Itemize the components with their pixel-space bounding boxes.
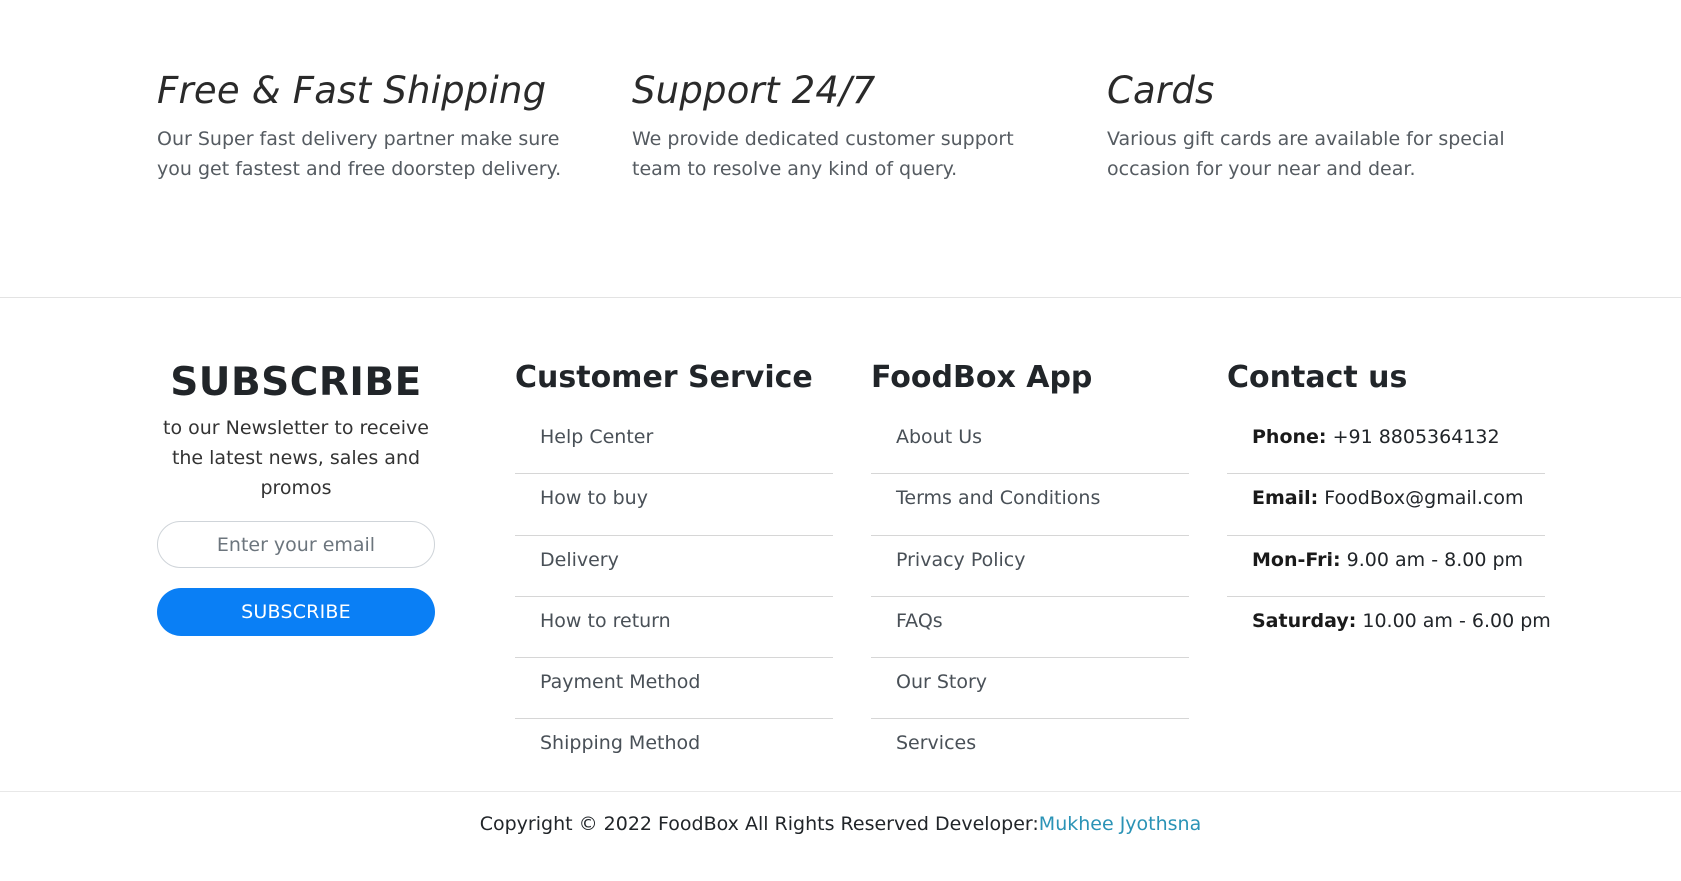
foodbox-app-list: About Us Terms and Conditions Privacy Po…: [871, 413, 1189, 781]
payment-method-link[interactable]: Payment Method: [540, 671, 700, 693]
list-item: Terms and Conditions: [871, 474, 1189, 536]
contact-value: +91 8805364132: [1332, 426, 1500, 448]
delivery-link[interactable]: Delivery: [540, 549, 619, 571]
privacy-policy-link[interactable]: Privacy Policy: [896, 549, 1025, 571]
list-item: How to buy: [515, 474, 833, 536]
subscribe-text: to our Newsletter to receive the latest …: [163, 417, 429, 499]
subscribe-title: SUBSCRIBE: [170, 360, 422, 405]
feature-title: Cards: [1107, 69, 1215, 112]
contact-label: Phone:: [1252, 426, 1327, 448]
list-item: Help Center: [515, 413, 833, 475]
developer-link[interactable]: Mukhee Jyothsna: [1039, 813, 1201, 835]
services-link[interactable]: Services: [896, 732, 976, 754]
foodbox-app-title: FoodBox App: [871, 360, 1093, 395]
features-section: Free & Fast Shipping Our Super fast deli…: [0, 0, 1681, 298]
subscribe-section: SUBSCRIBE to our Newsletter to receive t…: [157, 358, 435, 636]
feature-title: Support 24/7: [632, 69, 876, 112]
contact-email: Email: FoodBox@gmail.com: [1227, 474, 1545, 536]
contact-phone: Phone: +91 8805364132: [1227, 413, 1545, 475]
list-item: About Us: [871, 413, 1189, 475]
about-us-link[interactable]: About Us: [896, 426, 982, 448]
list-item: Services: [871, 719, 1189, 780]
customer-service-list: Help Center How to buy Delivery How to r…: [515, 413, 833, 781]
contact-section: Contact us Phone: +91 8805364132 Email: …: [1227, 358, 1551, 658]
feature-text: Our Super fast delivery partner make sur…: [157, 128, 562, 180]
customer-service-section: Customer Service Help Center How to buy …: [515, 358, 833, 781]
contact-saturday-hours: Saturday: 10.00 am - 6.00 pm: [1227, 597, 1551, 658]
contact-weekday-hours: Mon-Fri: 9.00 am - 8.00 pm: [1227, 536, 1545, 597]
contact-label: Saturday:: [1252, 609, 1357, 632]
feature-text: Various gift cards are available for spe…: [1107, 128, 1505, 180]
contact-value: 10.00 am - 6.00 pm: [1362, 609, 1551, 632]
contact-label: Email:: [1252, 487, 1319, 510]
help-center-link[interactable]: Help Center: [540, 426, 653, 448]
contact-value: FoodBox@gmail.com: [1324, 487, 1524, 510]
contact-list: Phone: +91 8805364132 Email: FoodBox@gma…: [1227, 413, 1551, 658]
contact-label: Mon-Fri:: [1252, 548, 1341, 571]
list-item: FAQs: [871, 597, 1189, 659]
footer: SUBSCRIBE to our Newsletter to receive t…: [0, 298, 1681, 792]
contact-value: 9.00 am - 8.00 pm: [1346, 548, 1524, 571]
list-item: Delivery: [515, 536, 833, 597]
list-item: Privacy Policy: [871, 536, 1189, 597]
feature-support: Support 24/7 We provide dedicated custom…: [632, 66, 1052, 184]
feature-text: We provide dedicated customer support te…: [632, 128, 1014, 180]
our-story-link[interactable]: Our Story: [896, 671, 987, 693]
shipping-method-link[interactable]: Shipping Method: [540, 732, 700, 754]
list-item: Payment Method: [515, 658, 833, 720]
copyright-bar: Copyright © 2022 FoodBox All Rights Rese…: [0, 792, 1681, 880]
how-to-buy-link[interactable]: How to buy: [540, 487, 648, 509]
subscribe-button[interactable]: SUBSCRIBE: [157, 588, 435, 636]
email-input[interactable]: [157, 521, 435, 568]
customer-service-title: Customer Service: [515, 360, 813, 395]
feature-cards: Cards Various gift cards are available f…: [1107, 66, 1527, 184]
feature-title: Free & Fast Shipping: [157, 69, 547, 112]
faqs-link[interactable]: FAQs: [896, 610, 943, 632]
list-item: How to return: [515, 597, 833, 659]
copyright-text: Copyright © 2022 FoodBox All Rights Rese…: [479, 813, 1039, 835]
list-item: Our Story: [871, 658, 1189, 720]
feature-shipping: Free & Fast Shipping Our Super fast deli…: [157, 66, 577, 184]
foodbox-app-section: FoodBox App About Us Terms and Condition…: [871, 358, 1189, 781]
terms-link[interactable]: Terms and Conditions: [896, 487, 1100, 509]
list-item: Shipping Method: [515, 719, 833, 780]
contact-title: Contact us: [1227, 360, 1408, 395]
how-to-return-link[interactable]: How to return: [540, 610, 671, 632]
